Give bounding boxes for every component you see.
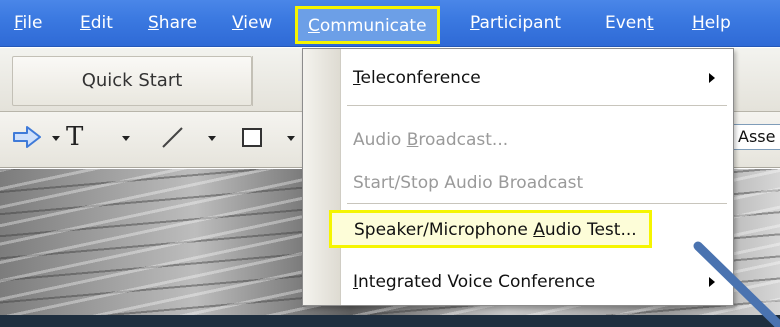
menu-help[interactable]: Help — [692, 12, 731, 36]
menu-item-audio-broadcast-mnemonic: B — [406, 130, 419, 150]
tab-divider — [252, 56, 253, 106]
pointer-dropdown-icon[interactable] — [52, 136, 60, 141]
submenu-arrow-icon — [709, 73, 715, 83]
assets-field[interactable]: Asse — [733, 124, 780, 150]
menu-edit-mnemonic: E — [80, 13, 91, 33]
menu-file-post: ile — [22, 13, 43, 33]
menu-file[interactable]: File — [14, 12, 42, 36]
line-tool-icon[interactable] — [160, 122, 186, 152]
menu-participant-post: articipant — [479, 13, 562, 33]
menu-view-mnemonic: V — [232, 13, 244, 33]
menu-item-start-stop-audio-broadcast[interactable]: Start/Stop Audio Broadcast — [353, 172, 583, 194]
menu-communicate-mnemonic: C — [308, 16, 320, 36]
menu-event[interactable]: Event — [605, 12, 654, 36]
menu-separator — [347, 105, 727, 106]
menu-item-audio-test-pre: Speaker/Microphone — [354, 220, 534, 240]
menu-file-mnemonic: F — [14, 13, 23, 33]
rectangle-tool-icon[interactable] — [240, 122, 264, 152]
menu-share[interactable]: Share — [148, 12, 197, 36]
menu-separator — [347, 203, 727, 204]
menu-edit[interactable]: Edit — [80, 12, 113, 36]
arrow-pointer-icon[interactable] — [12, 122, 42, 152]
annotation-arrow-icon — [693, 241, 780, 327]
menu-participant[interactable]: Participant — [470, 12, 561, 36]
menu-item-audio-test-post: udio Test... — [544, 220, 637, 240]
line-dropdown-icon[interactable] — [208, 136, 216, 141]
footer-strip — [0, 315, 780, 327]
menu-communicate[interactable]: Communicate — [295, 6, 440, 44]
menu-help-mnemonic: H — [692, 13, 705, 33]
menu-view[interactable]: View — [232, 12, 272, 36]
menu-item-teleconference-mnemonic: T — [353, 68, 361, 88]
menu-view-post: iew — [243, 13, 273, 33]
menu-share-post: hare — [158, 13, 198, 33]
menu-participant-mnemonic: P — [470, 13, 480, 33]
menu-item-audio-broadcast[interactable]: Audio Broadcast... — [353, 129, 508, 151]
text-dropdown-icon[interactable] — [122, 136, 130, 141]
menu-edit-post: dit — [90, 13, 113, 33]
menu-item-audio-broadcast-pre: Audio — [353, 130, 407, 150]
menu-item-ivc-post: ntegrated Voice Conference — [358, 272, 596, 292]
menu-item-integrated-voice-conference[interactable]: Integrated Voice Conference — [353, 271, 595, 293]
menu-item-teleconference[interactable]: Teleconference — [353, 67, 481, 89]
menu-communicate-post: ommunicate — [319, 16, 427, 36]
menu-item-start-stop-pre: Start/Stop Audio Broadcast — [353, 173, 584, 193]
rectangle-dropdown-icon[interactable] — [287, 136, 295, 141]
menu-event-mnemonic: t — [647, 13, 654, 33]
text-tool-icon[interactable]: T — [66, 122, 92, 152]
menu-item-audio-broadcast-post: roadcast... — [418, 130, 509, 150]
menu-share-mnemonic: S — [148, 13, 159, 33]
menu-help-post: elp — [704, 13, 731, 33]
menu-event-pre: Even — [605, 13, 648, 33]
menu-item-teleconference-post: eleconference — [360, 68, 481, 88]
quick-start-tab[interactable]: Quick Start — [12, 56, 252, 106]
menu-item-audio-test-mnemonic: A — [533, 220, 545, 240]
menu-item-speaker-microphone-audio-test[interactable]: Speaker/Microphone Audio Test... — [329, 210, 652, 248]
menu-icon-gutter — [303, 49, 341, 305]
communicate-dropdown-menu: Teleconference Audio Broadcast... Start/… — [302, 48, 734, 306]
